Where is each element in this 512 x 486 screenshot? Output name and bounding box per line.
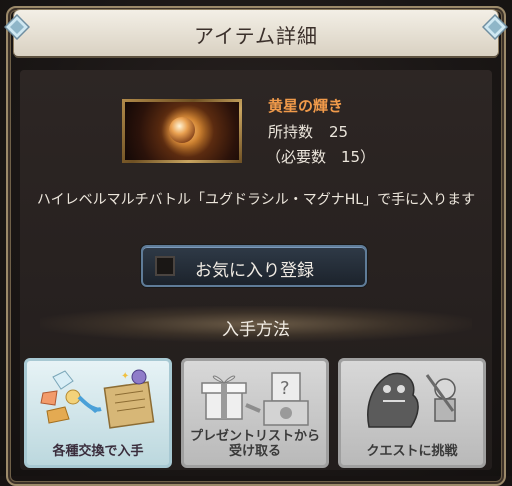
owned-count: 所持数 25	[268, 121, 348, 142]
present-list-label-line1: プレゼントリストから	[189, 429, 320, 444]
quest-method-button[interactable]: クエストに挑戦	[338, 358, 486, 468]
favorite-label: お気に入り登録	[195, 261, 314, 281]
crystal-icon	[4, 14, 30, 40]
battle-icon	[367, 372, 456, 428]
orb-icon	[169, 117, 195, 143]
owned-label: 所持数	[268, 123, 314, 141]
svg-text:✦: ✦	[121, 371, 129, 382]
exchange-icon: ✦	[40, 369, 155, 429]
exchange-method-label: 各種交換で入手	[52, 444, 144, 459]
present-list-method-label: プレゼントリストから 受け取る	[184, 429, 326, 459]
exchange-method-button[interactable]: ✦ 各種交換で入手	[24, 358, 172, 468]
present-list-label-line2: 受け取る	[228, 444, 281, 459]
page-title: アイテム詳細	[194, 24, 318, 48]
quest-method-label: クエストに挑戦	[366, 444, 458, 459]
needed-count: （必要数 15）	[266, 148, 376, 166]
svg-text:?: ?	[280, 378, 290, 399]
item-name: 黄星の輝き	[268, 97, 344, 115]
acquire-section-title: 入手方法	[222, 320, 290, 340]
favorite-checkbox[interactable]	[155, 256, 175, 276]
item-thumbnail	[122, 99, 242, 163]
item-detail-window: アイテム詳細 黄星の輝き 所持数 25 （必要数 15） ハイレベルマルチバトル「…	[0, 0, 512, 486]
crystal-icon	[482, 14, 508, 40]
owned-value: 25	[329, 123, 349, 141]
gift-icon: ?	[201, 372, 309, 426]
favorite-button[interactable]: お気に入り登録	[141, 245, 367, 287]
title-bar: アイテム詳細	[14, 10, 498, 56]
present-list-method-button[interactable]: ? プレゼントリストから 受け取る	[181, 358, 329, 468]
item-description: ハイレベルマルチバトル「ユグドラシル・マグナHL」で手に入ります	[36, 192, 476, 208]
